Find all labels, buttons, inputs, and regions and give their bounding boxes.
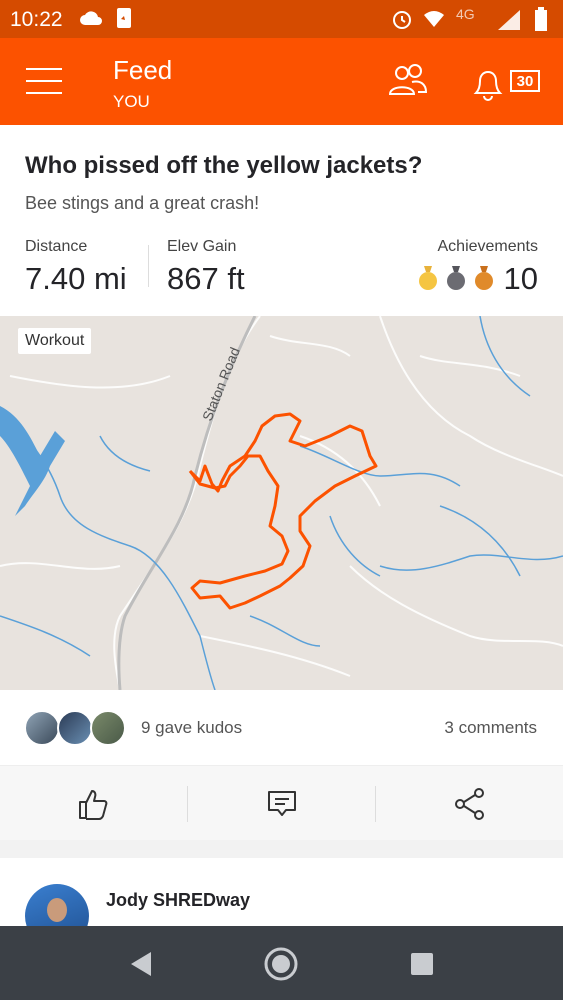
notification-count-badge[interactable]: 30 xyxy=(510,70,540,92)
page-subtitle[interactable]: YOU xyxy=(113,92,150,112)
home-button[interactable] xyxy=(263,946,299,982)
activity-description: Bee stings and a great crash! xyxy=(25,193,260,213)
app-bar: Feed YOU 30 xyxy=(0,38,563,125)
status-bar: 10:22 4G xyxy=(0,0,563,38)
achievements-count: 10 xyxy=(503,261,538,296)
athlete-avatar[interactable] xyxy=(25,884,89,926)
comment-button[interactable] xyxy=(188,766,375,841)
map-background xyxy=(0,316,563,690)
comments-count[interactable]: 3 comments xyxy=(444,718,537,738)
medal-silver-icon xyxy=(447,266,465,290)
back-button[interactable] xyxy=(122,946,158,982)
wifi-icon xyxy=(424,11,444,27)
route-map[interactable]: Workout Staton Road xyxy=(0,316,563,690)
share-button[interactable] xyxy=(376,766,563,841)
activity-card[interactable]: Who pissed off the yellow jackets? Bee s… xyxy=(0,125,563,840)
notifications-bell-icon[interactable] xyxy=(471,64,505,102)
find-friends-icon[interactable] xyxy=(388,62,428,98)
status-time: 10:22 xyxy=(10,8,63,31)
recents-button[interactable] xyxy=(404,946,440,982)
elev-gain-value: 867 ft xyxy=(167,261,245,296)
kudos-button[interactable] xyxy=(0,766,187,841)
kudos-avatar-2 xyxy=(57,710,93,746)
notification-count: 30 xyxy=(516,72,534,90)
system-nav-bar xyxy=(0,926,563,1000)
phone-app-icon xyxy=(117,8,131,28)
distance-value: 7.40 mi xyxy=(25,261,127,296)
kudos-row[interactable]: 9 gave kudos 3 comments xyxy=(0,690,563,765)
alarm-icon xyxy=(393,11,411,29)
recents-square-icon xyxy=(411,953,433,975)
signal-icon xyxy=(498,10,520,30)
thumbs-up-icon xyxy=(78,789,107,820)
kudos-count[interactable]: 9 gave kudos xyxy=(141,718,242,738)
achievements-label: Achievements xyxy=(437,238,539,255)
kudos-avatar-3 xyxy=(90,710,126,746)
share-icon xyxy=(454,787,484,820)
next-activity-card[interactable]: Jody SHREDway xyxy=(0,858,563,926)
stats-divider xyxy=(148,245,149,287)
activity-actions xyxy=(0,765,563,840)
workout-badge: Workout xyxy=(18,328,92,354)
athlete-name[interactable]: Jody SHREDway xyxy=(106,890,250,911)
battery-icon xyxy=(535,7,547,31)
activity-title[interactable]: Who pissed off the yellow jackets? xyxy=(25,152,422,180)
distance-label: Distance xyxy=(25,238,88,255)
home-circle-icon xyxy=(264,947,298,981)
kudos-avatar-1 xyxy=(24,710,60,746)
network-type: 4G xyxy=(456,6,475,22)
elev-gain-label: Elev Gain xyxy=(167,238,237,255)
medal-bronze-icon xyxy=(475,266,493,290)
menu-icon[interactable] xyxy=(26,68,62,94)
page-title: Feed xyxy=(113,55,173,85)
comment-icon xyxy=(267,790,296,816)
cloud-icon xyxy=(80,11,102,25)
back-triangle-icon xyxy=(131,952,151,976)
medal-gold-icon xyxy=(419,266,437,290)
